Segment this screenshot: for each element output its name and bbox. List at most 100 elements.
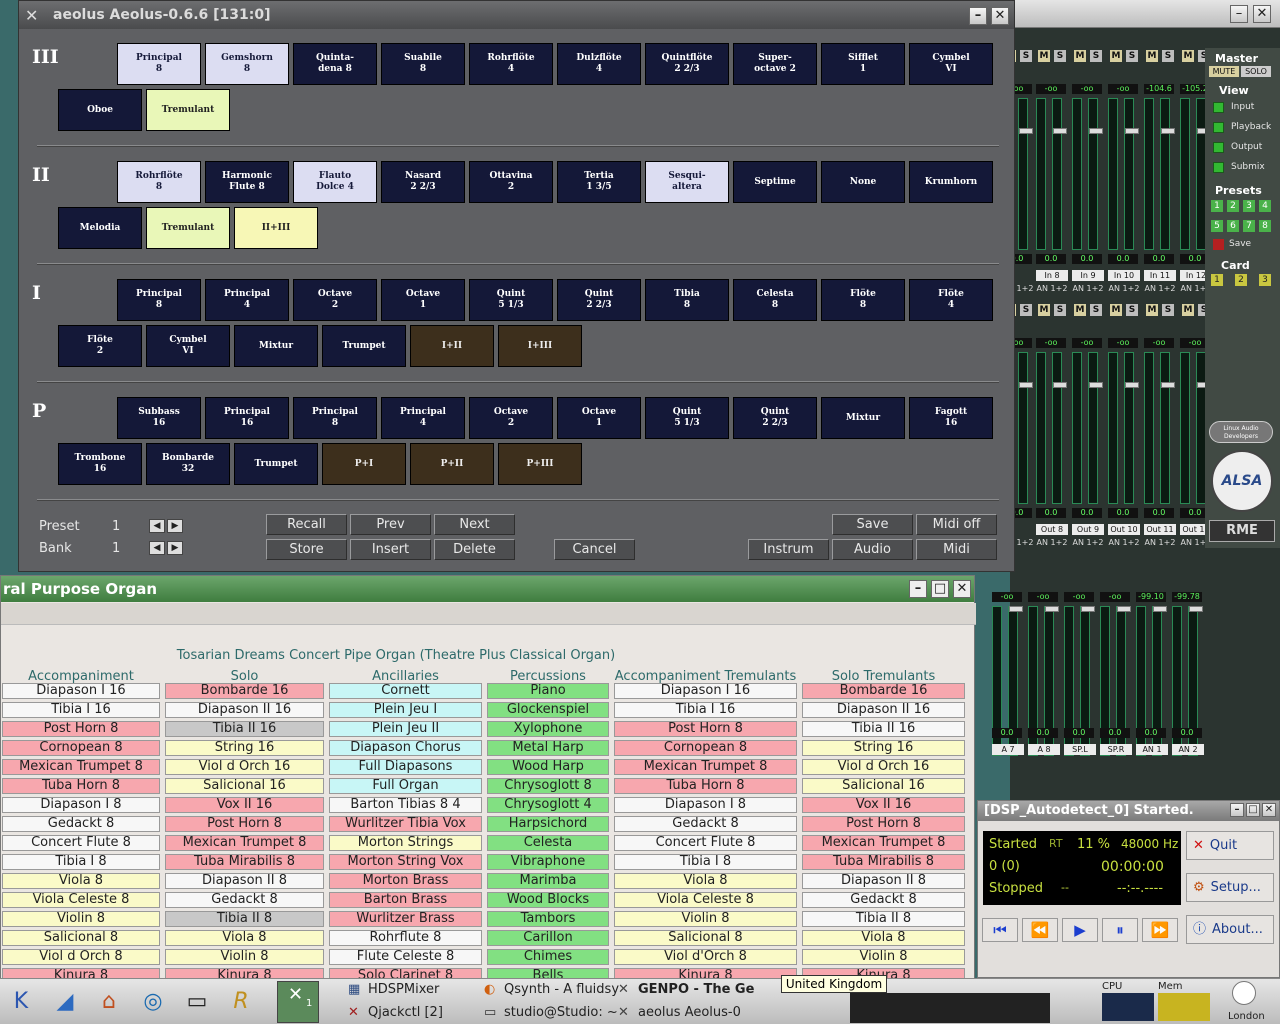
rosegarden-icon[interactable]: R xyxy=(224,985,258,1019)
card-button[interactable]: 1 xyxy=(1211,274,1223,286)
organ-stop-toggle[interactable]: Flute Celeste 8 xyxy=(329,949,482,965)
preset-button[interactable]: 8 xyxy=(1259,220,1271,232)
organ-stop-toggle[interactable]: Vox II 16 xyxy=(802,797,965,813)
bank-down-arrow-icon[interactable]: ◀ xyxy=(149,541,165,555)
prev-button[interactable]: Prev xyxy=(350,514,431,535)
organ-stop-toggle[interactable]: Tibia I 16 xyxy=(2,702,160,718)
fader-handle[interactable] xyxy=(1153,606,1167,612)
organ-stop-toggle[interactable]: Viola 8 xyxy=(165,930,324,946)
organ-stop-toggle[interactable]: Diapason I 8 xyxy=(2,797,160,813)
organ-stop-toggle[interactable]: Diapason I 8 xyxy=(614,797,797,813)
organ-stop-toggle[interactable]: Cornett xyxy=(329,683,482,699)
organ-stop-toggle[interactable]: Diapason I 16 xyxy=(614,683,797,699)
stop-button[interactable]: Sifflet 1 xyxy=(821,43,905,85)
organ-stop-toggle[interactable]: Violin 8 xyxy=(165,949,324,965)
solo-button[interactable]: S xyxy=(1020,50,1032,62)
mute-button[interactable]: M xyxy=(1074,304,1086,316)
preset-button[interactable]: 2 xyxy=(1227,200,1239,212)
organ-stop-toggle[interactable]: Wurlitzer Brass xyxy=(329,911,482,927)
terminal-icon[interactable]: ▭ xyxy=(180,985,214,1019)
organ-stop-toggle[interactable]: Tibia II 8 xyxy=(802,911,965,927)
organ-stop-toggle[interactable]: Diapason I 16 xyxy=(2,683,160,699)
preset-up-arrow-icon[interactable]: ▶ xyxy=(167,519,183,533)
fader-handle[interactable] xyxy=(1009,606,1023,612)
organ-stop-toggle[interactable]: Post Horn 8 xyxy=(165,816,324,832)
organ-stop-toggle[interactable]: Violin 8 xyxy=(802,949,965,965)
store-button[interactable]: Store xyxy=(266,539,347,560)
stop-button[interactable]: Cymbel VI xyxy=(146,325,230,367)
organ-stop-toggle[interactable]: Morton Strings xyxy=(329,835,482,851)
fader-handle[interactable] xyxy=(1053,382,1067,388)
stop-button[interactable]: Principal 16 xyxy=(205,397,289,439)
fader-handle[interactable] xyxy=(1019,382,1033,388)
stop-button[interactable]: Quintflöte 2 2/3 xyxy=(645,43,729,85)
stop-button[interactable]: Tibia 8 xyxy=(645,279,729,321)
organ-stop-toggle[interactable]: Wood Harp xyxy=(487,759,609,775)
desktop-icon[interactable]: ◢ xyxy=(48,985,82,1019)
fast-forward-icon[interactable]: ⏩ xyxy=(1142,918,1178,942)
stop-button[interactable]: Tremulant xyxy=(146,89,230,131)
organ-stop-toggle[interactable]: Violin 8 xyxy=(614,911,797,927)
organ-stop-toggle[interactable]: Tambors xyxy=(487,911,609,927)
fader-handle[interactable] xyxy=(1161,382,1175,388)
organ-stop-toggle[interactable]: Harpsichord xyxy=(487,816,609,832)
organ-stop-toggle[interactable]: Chrysoglott 8 xyxy=(487,778,609,794)
preset-button[interactable]: 1 xyxy=(1211,200,1223,212)
stop-button[interactable]: Trumpet xyxy=(234,443,318,485)
stop-button[interactable]: Oboe xyxy=(58,89,142,131)
solo-button[interactable]: S xyxy=(1054,50,1066,62)
stop-button[interactable]: Octave 2 xyxy=(293,279,377,321)
organ-stop-toggle[interactable]: Carillon xyxy=(487,930,609,946)
stop-button[interactable]: Nasard 2 2/3 xyxy=(381,161,465,203)
organ-stop-toggle[interactable]: Mexican Trumpet 8 xyxy=(614,759,797,775)
mute-button[interactable]: M xyxy=(1146,50,1158,62)
stop-button[interactable]: Principal 8 xyxy=(293,397,377,439)
solo-button[interactable]: S xyxy=(1090,50,1102,62)
organ-stop-toggle[interactable]: Morton String Vox xyxy=(329,854,482,870)
stop-button[interactable]: Trumpet xyxy=(322,325,406,367)
stop-button[interactable]: Tertia 1 3/5 xyxy=(557,161,641,203)
stop-button[interactable]: I+III xyxy=(498,325,582,367)
fader-handle[interactable] xyxy=(1081,606,1095,612)
organ-stop-toggle[interactable]: Concert Flute 8 xyxy=(614,835,797,851)
organ-stop-toggle[interactable]: Post Horn 8 xyxy=(614,721,797,737)
fader-handle[interactable] xyxy=(1161,128,1175,134)
organ-stop-toggle[interactable]: Plein Jeu II xyxy=(329,721,482,737)
qj-maximize-button[interactable]: □ xyxy=(1246,803,1260,817)
organ-stop-toggle[interactable]: Viol d Orch 16 xyxy=(165,759,324,775)
qj-close-button[interactable]: ✕ xyxy=(1262,803,1276,817)
organ-stop-toggle[interactable]: Full Organ xyxy=(329,778,482,794)
mute-button[interactable]: M xyxy=(1110,304,1122,316)
organ-stop-toggle[interactable]: Post Horn 8 xyxy=(2,721,160,737)
bank-up-arrow-icon[interactable]: ▶ xyxy=(167,541,183,555)
stop-button[interactable]: Cymbel VI xyxy=(909,43,993,85)
organ-stop-toggle[interactable]: Salicional 8 xyxy=(614,930,797,946)
organ-stop-toggle[interactable]: Tuba Horn 8 xyxy=(2,778,160,794)
fader-handle[interactable] xyxy=(1125,128,1139,134)
organ-stop-toggle[interactable]: Bombarde 16 xyxy=(165,683,324,699)
clock-icon[interactable] xyxy=(1232,981,1256,1005)
organ-stop-toggle[interactable]: Vibraphone xyxy=(487,854,609,870)
organ-stop-toggle[interactable]: Metal Harp xyxy=(487,740,609,756)
solo-button[interactable]: S xyxy=(1162,50,1174,62)
solo-button[interactable]: S xyxy=(1020,304,1032,316)
stop-button[interactable]: Suabile 8 xyxy=(381,43,465,85)
organ-stop-toggle[interactable]: Piano xyxy=(487,683,609,699)
fader-handle[interactable] xyxy=(1189,606,1203,612)
organ-stop-toggle[interactable]: Tuba Mirabilis 8 xyxy=(165,854,324,870)
stop-button[interactable]: Octave 1 xyxy=(557,397,641,439)
stop-button[interactable]: Subbass 16 xyxy=(117,397,201,439)
stop-button[interactable]: Flöte 4 xyxy=(909,279,993,321)
preset-button[interactable]: 7 xyxy=(1243,220,1255,232)
task-button[interactable]: GENPO - The Ge xyxy=(638,982,754,997)
organ-stop-toggle[interactable]: Diapason II 16 xyxy=(802,702,965,718)
fader-handle[interactable] xyxy=(1053,128,1067,134)
mute-button[interactable]: M xyxy=(1038,50,1050,62)
browser-icon[interactable]: ◎ xyxy=(136,985,170,1019)
organ-stop-toggle[interactable]: Plein Jeu I xyxy=(329,702,482,718)
organ-stop-toggle[interactable]: Cornopean 8 xyxy=(614,740,797,756)
organ-stop-toggle[interactable]: Concert Flute 8 xyxy=(2,835,160,851)
organ-stop-toggle[interactable]: Rohrflute 8 xyxy=(329,930,482,946)
about-button[interactable]: ⓘ About... xyxy=(1186,915,1274,944)
organ-stop-toggle[interactable]: Viola 8 xyxy=(802,930,965,946)
